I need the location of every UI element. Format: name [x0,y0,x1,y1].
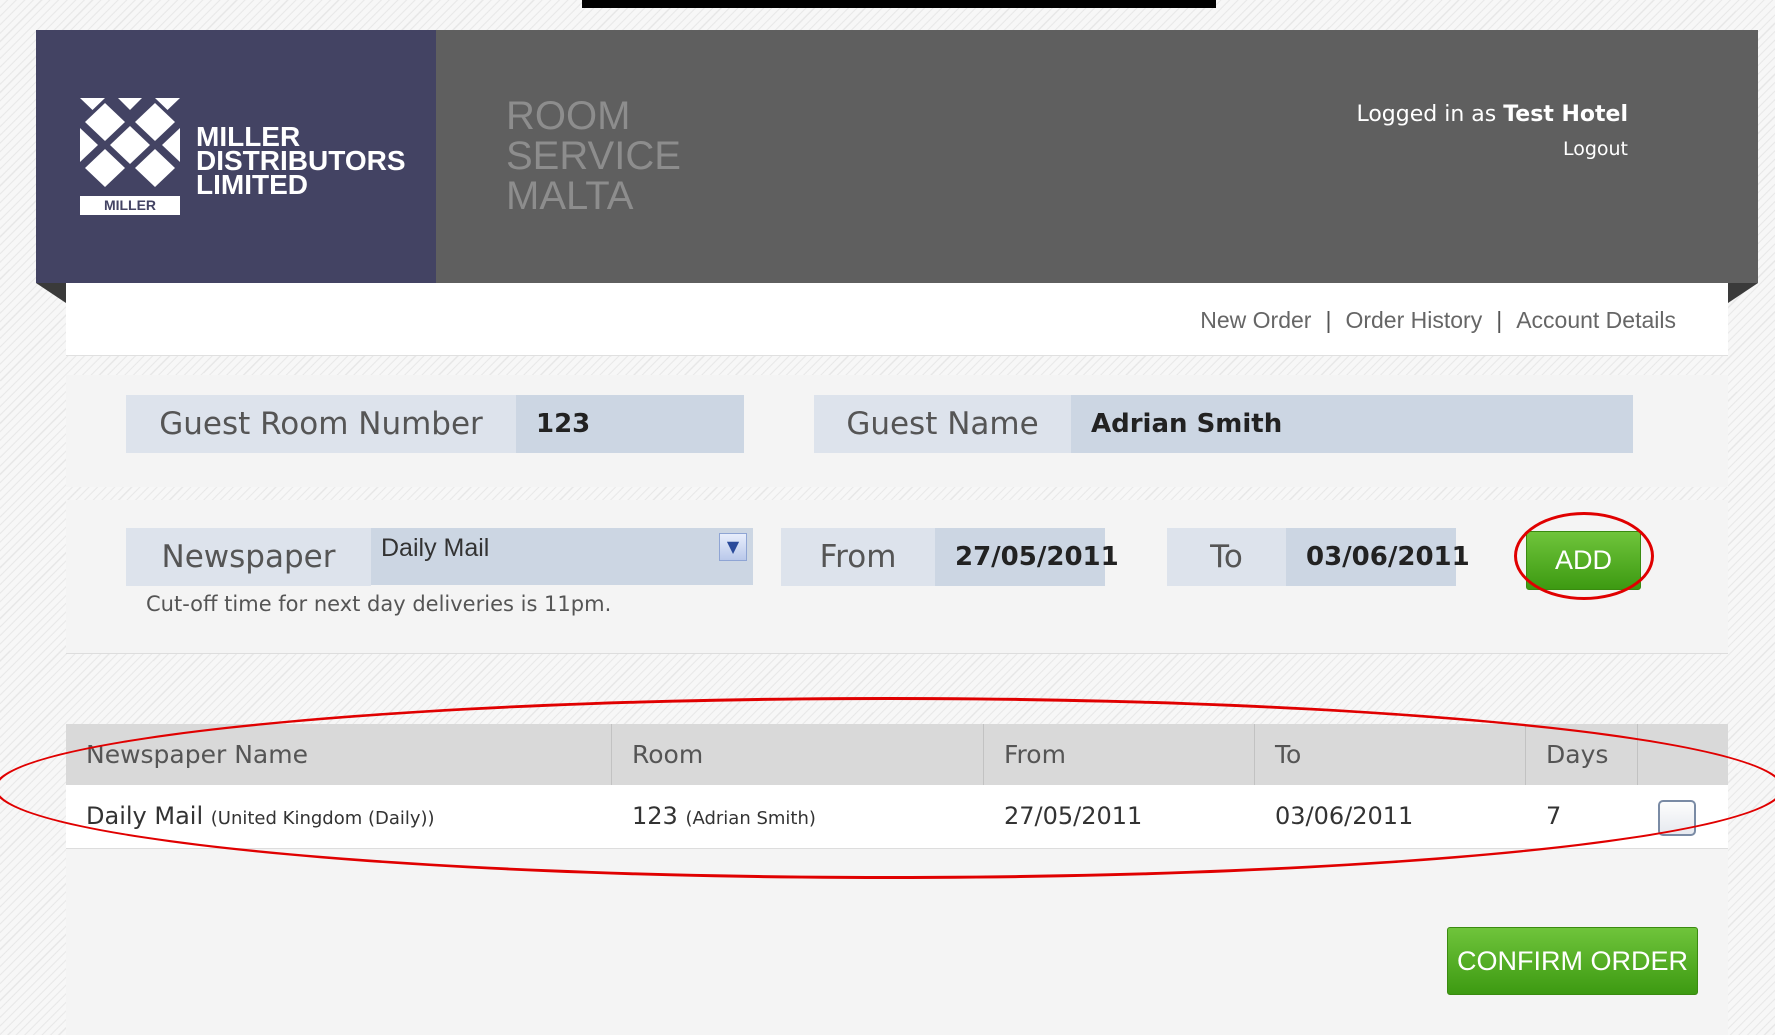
login-prefix: Logged in as [1356,102,1497,127]
login-status: Logged in as Test Hotel [1356,102,1628,127]
confirm-order-button[interactable]: CONFIRM ORDER [1447,927,1698,995]
newspaper-selected-value[interactable]: Daily Mail [375,532,726,564]
product-title-line-3: MALTA [506,174,634,218]
to-date-field[interactable]: 03/06/2011 [1286,528,1470,586]
ribbon-fold-left [36,283,66,303]
guest-room-field[interactable]: 123 [516,395,744,453]
logo-badge: MILLER [80,196,180,215]
guest-room-label: Guest Room Number [126,395,516,453]
to-label: To [1167,528,1286,586]
guest-name-field[interactable]: Adrian Smith [1071,395,1633,453]
newspaper-select[interactable]: Daily Mail ▼ [371,528,753,585]
login-user: Test Hotel [1503,102,1628,127]
product-title-line-1: ROOM [506,94,631,138]
logo-block: MILLER MILLER DISTRIBUTORS LIMITED [36,30,436,283]
nav-separator: | [1496,307,1503,333]
cutoff-note: Cut-off time for next day deliveries is … [146,592,612,616]
nav-account-details[interactable]: Account Details [1516,307,1676,333]
logout-link[interactable]: Logout [1563,138,1628,160]
company-name-line-3: LIMITED [196,169,308,200]
annotation-circle-table [0,697,1775,879]
from-label: From [781,528,935,586]
top-black-bar [582,0,1216,8]
from-date-field[interactable]: 27/05/2011 [935,528,1119,586]
ribbon-fold-right [1728,283,1758,303]
nav-bar: New Order | Order History | Account Details [66,283,1728,356]
nav-new-order[interactable]: New Order [1200,307,1311,333]
miller-logo-icon [80,98,180,187]
guest-name-label: Guest Name [814,395,1071,453]
header: MILLER MILLER DISTRIBUTORS LIMITED ROOM … [36,30,1758,283]
nav-links: New Order | Order History | Account Details [1200,307,1676,334]
guest-panel: Guest Room Number 123 Guest Name Adrian … [66,375,1728,487]
nav-order-history[interactable]: Order History [1345,307,1482,333]
nav-separator: | [1325,307,1332,333]
product-title-line-2: SERVICE [506,134,681,178]
chevron-down-icon[interactable]: ▼ [719,533,747,561]
newspaper-label: Newspaper [126,528,371,586]
order-form-panel: Newspaper Daily Mail ▼ From 27/05/2011 T… [66,500,1728,654]
annotation-circle-add [1514,512,1654,600]
